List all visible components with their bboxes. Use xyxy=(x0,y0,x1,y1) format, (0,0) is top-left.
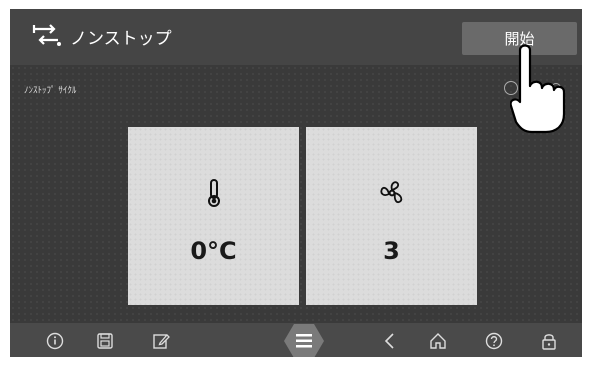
fan-speed-value: 3 xyxy=(383,237,400,265)
fan-icon xyxy=(380,181,403,204)
help-icon[interactable] xyxy=(485,332,503,350)
pointing-hand-icon xyxy=(510,44,566,134)
back-icon[interactable] xyxy=(381,332,399,350)
menu-icon xyxy=(296,334,312,337)
temperature-tile[interactable]: 0°C xyxy=(128,127,299,305)
header-bar: ノンストップ 開始 xyxy=(10,9,582,65)
menu-button[interactable] xyxy=(284,322,324,357)
page-title: ノンストップ xyxy=(70,29,172,49)
cycle-label: ﾉﾝｽﾄｯﾌﾟ ｻｲｸﾙ xyxy=(24,86,77,96)
edit-icon[interactable] xyxy=(152,332,170,350)
fan-speed-tile[interactable]: 3 xyxy=(306,127,477,305)
save-icon[interactable] xyxy=(96,332,114,350)
nonstop-cycle-icon xyxy=(32,24,61,46)
home-icon[interactable] xyxy=(429,332,447,350)
oven-screen: ノンストップ 開始 ﾉﾝｽﾄｯﾌﾟ ｻｲｸﾙ 0°C 3 xyxy=(10,9,582,357)
lock-icon[interactable] xyxy=(540,332,558,350)
thermometer-icon xyxy=(208,179,220,207)
temperature-value: 0°C xyxy=(190,237,237,265)
info-icon[interactable] xyxy=(46,332,64,350)
